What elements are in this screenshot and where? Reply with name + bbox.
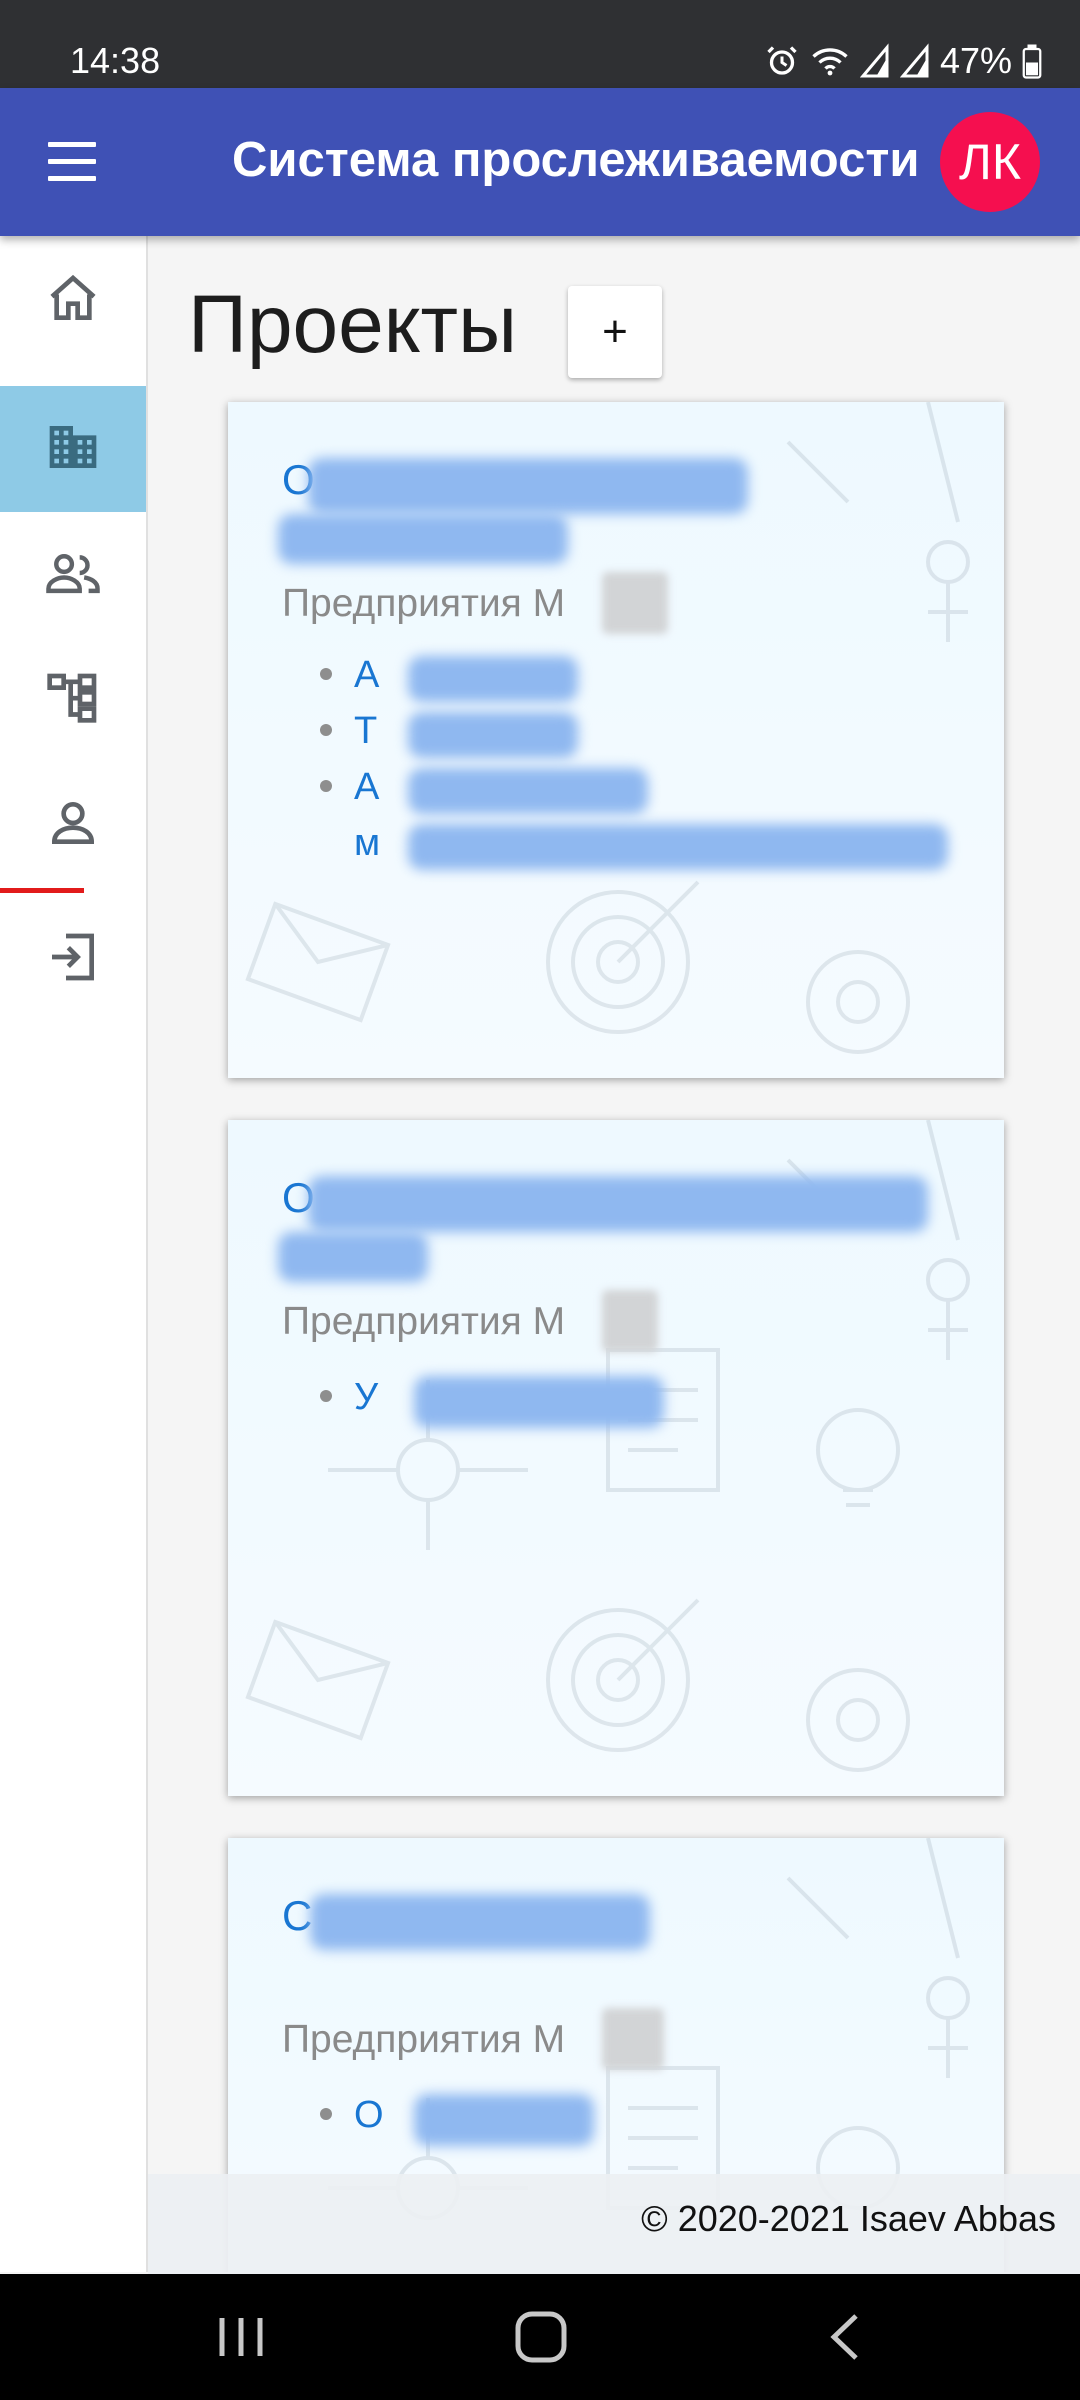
footer: © 2020-2021 Isaev Abbas: [148, 2174, 1080, 2274]
sidebar-item-users[interactable]: [0, 512, 146, 638]
business-icon: [45, 419, 101, 480]
redacted-text: [602, 572, 668, 634]
card-subtitle: Предприятия М: [282, 2018, 566, 2061]
system-nav-bar: [0, 2274, 1080, 2400]
list-item[interactable]: О: [320, 2094, 384, 2137]
redacted-text: [408, 656, 578, 702]
app-bar: Система прослеживаемости ЛК: [0, 88, 1080, 236]
card-title[interactable]: С: [282, 1892, 312, 1940]
wifi-icon: [810, 43, 850, 79]
alarm-icon: [764, 43, 800, 79]
schema-icon: [45, 669, 101, 730]
people-icon: [44, 545, 102, 606]
logout-icon: [45, 929, 101, 990]
sidebar-item-logout[interactable]: [0, 896, 146, 1022]
redacted-text: [414, 2094, 594, 2146]
redacted-text: [408, 712, 578, 758]
sidebar-item-structure[interactable]: [0, 636, 146, 762]
battery-percent: 47%: [939, 40, 1012, 81]
sidebar-item-home[interactable]: [0, 238, 146, 364]
signal-icon: [899, 43, 930, 79]
status-bar: 14:38 47%: [0, 0, 1080, 88]
list-item[interactable]: Т: [320, 710, 377, 753]
redacted-text: [602, 1290, 658, 1352]
sidebar: [0, 236, 148, 2272]
add-project-button[interactable]: +: [568, 286, 662, 378]
menu-icon[interactable]: [48, 142, 96, 182]
redacted-text: [278, 514, 568, 564]
sidebar-item-profile[interactable]: [0, 762, 146, 888]
redacted-text: [602, 2008, 664, 2070]
redacted-text: [308, 1176, 928, 1232]
card-subtitle: Предприятия М: [282, 1300, 566, 1343]
list-item[interactable]: У: [320, 1376, 378, 1419]
page-title: Проекты: [188, 279, 518, 370]
home-icon: [45, 271, 101, 332]
back-icon[interactable]: [810, 2304, 880, 2370]
main-content: Проекты + О Предприятия М А Т А м О Пред…: [148, 236, 1080, 2272]
status-time: 14:38: [70, 40, 161, 81]
redacted-text: [278, 1232, 428, 1282]
signal-icon: [859, 43, 890, 79]
project-card[interactable]: О Предприятия М А Т А м: [228, 402, 1004, 1078]
redacted-text: [310, 1894, 650, 1950]
redacted-text: [408, 824, 948, 870]
redacted-text: [414, 1376, 664, 1428]
recents-icon[interactable]: [206, 2304, 276, 2370]
card-subtitle: Предприятия М: [282, 582, 566, 625]
redacted-text: [308, 458, 748, 514]
list-item[interactable]: А: [320, 654, 379, 697]
home-button-icon[interactable]: [506, 2304, 576, 2370]
redacted-text: [408, 768, 648, 814]
active-indicator: [0, 888, 84, 893]
person-icon: [45, 795, 101, 856]
list-item[interactable]: А: [320, 766, 379, 809]
project-card[interactable]: О Предприятия М У: [228, 1120, 1004, 1796]
battery-icon: [1022, 43, 1042, 79]
list-item-continuation[interactable]: м: [354, 822, 380, 865]
status-icons: 47%: [764, 40, 1042, 82]
copyright-text: © 2020-2021 Isaev Abbas: [641, 2198, 1056, 2239]
avatar[interactable]: ЛК: [940, 112, 1040, 212]
app-title: Система прослеживаемости: [232, 133, 920, 187]
sidebar-item-projects[interactable]: [0, 386, 146, 512]
